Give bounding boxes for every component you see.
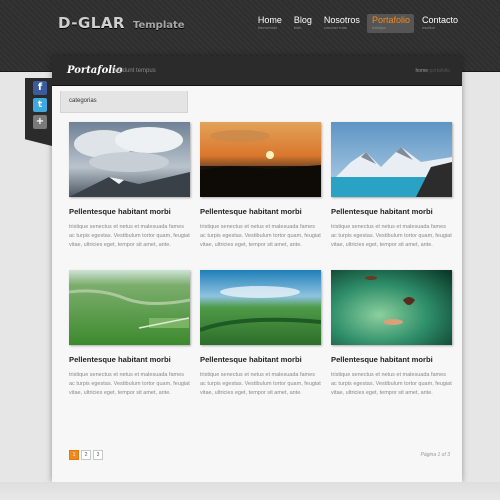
sunset-image[interactable] <box>200 122 321 197</box>
logo-text: D-GLAR <box>58 14 125 32</box>
nav-label: Portafolio <box>371 15 410 25</box>
snowy-lake-image[interactable] <box>331 122 452 197</box>
portfolio-item: Pellentesque habitant morbi tristique se… <box>69 122 190 248</box>
green-valley-image[interactable] <box>69 270 190 345</box>
green-abstract-image[interactable] <box>331 270 452 345</box>
item-title[interactable]: Pellentesque habitant morbi <box>331 355 433 364</box>
nav-item-home[interactable]: Home bienvenido <box>253 14 286 33</box>
nav-label: Contacto <box>421 15 458 25</box>
nav-desc: conocer mas <box>323 25 347 30</box>
page-button-3[interactable]: 3 <box>93 450 103 460</box>
nav-desc: blah <box>293 25 302 30</box>
nav-label: Blog <box>293 15 312 25</box>
item-title[interactable]: Pellentesque habitant morbi <box>331 207 433 216</box>
item-description: tristique senectus et netus et malesuada… <box>69 224 190 248</box>
portfolio-item: Pellentesque habitant morbi tristique se… <box>331 122 452 248</box>
aerial-fields-image[interactable] <box>200 270 321 345</box>
site-logo[interactable]: D-GLAR Template <box>58 14 185 32</box>
breadcrumb-home-link[interactable]: home <box>416 68 429 74</box>
nav-desc: escribe <box>421 25 435 30</box>
nav-desc: bienvenido <box>257 25 278 30</box>
share-more-icon[interactable]: + <box>33 115 47 129</box>
footer-strip <box>0 482 500 500</box>
breadcrumb: home portafolio <box>416 68 450 74</box>
twitter-icon[interactable]: t <box>33 98 47 112</box>
portfolio-item: Pellentesque habitant morbi tristique se… <box>69 270 190 396</box>
main-nav: Home bienvenido Blog blah Nosotros conoc… <box>250 14 462 33</box>
nav-desc: trabajos <box>371 25 387 30</box>
item-description: tristique senectus et netus et malesuada… <box>331 372 452 396</box>
item-description: tristique senectus et netus et malesuada… <box>331 224 452 248</box>
page-count: Página 1 of 3 <box>420 452 450 458</box>
portfolio-item: Pellentesque habitant morbi tristique se… <box>200 270 321 396</box>
cloudy-mountain-image[interactable] <box>69 122 190 197</box>
page-title-bar: Portafolio tincidunt tempus home portafo… <box>52 56 462 86</box>
category-tab[interactable]: categorias <box>60 91 188 113</box>
nav-label: Home <box>257 15 282 25</box>
category-label: categorias <box>69 98 97 104</box>
item-title[interactable]: Pellentesque habitant morbi <box>200 355 302 364</box>
item-description: tristique senectus et netus et malesuada… <box>69 372 190 396</box>
item-title[interactable]: Pellentesque habitant morbi <box>69 355 171 364</box>
nav-item-portafolio[interactable]: Portafolio trabajos <box>366 14 414 33</box>
nav-item-nosotros[interactable]: Nosotros conocer mas <box>319 14 364 33</box>
nav-item-contacto[interactable]: Contacto escribe <box>417 14 462 33</box>
item-title[interactable]: Pellentesque habitant morbi <box>200 207 302 216</box>
page-button-2[interactable]: 2 <box>81 450 91 460</box>
item-description: tristique senectus et netus et malesuada… <box>200 224 321 248</box>
page-tagline: tincidunt tempus <box>112 68 156 74</box>
logo-subtitle: Template <box>132 20 185 31</box>
item-description: tristique senectus et netus et malesuada… <box>200 372 321 396</box>
page-button-1[interactable]: 1 <box>69 450 79 460</box>
content-page <box>52 56 462 482</box>
facebook-icon[interactable]: f <box>33 81 47 95</box>
portfolio-item: Pellentesque habitant morbi tristique se… <box>331 270 452 396</box>
breadcrumb-current: portafolio <box>429 68 450 74</box>
item-title[interactable]: Pellentesque habitant morbi <box>69 207 171 216</box>
nav-item-blog[interactable]: Blog blah <box>289 14 316 33</box>
social-sidebar: f t + <box>25 78 52 146</box>
portfolio-item: Pellentesque habitant morbi tristique se… <box>200 122 321 248</box>
nav-label: Nosotros <box>323 15 360 25</box>
pagination: 1 2 3 <box>69 450 105 460</box>
